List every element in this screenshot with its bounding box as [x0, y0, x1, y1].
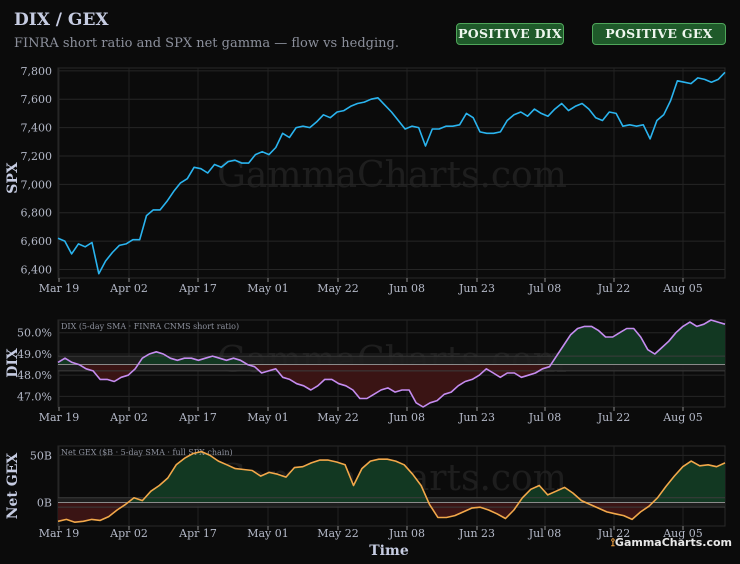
spx-xtick-label: May 22	[317, 282, 359, 295]
gex-xtick-label: Jun 08	[388, 527, 425, 540]
brand-logo: ⟟GammaCharts.com	[610, 536, 732, 549]
spx-ytick-label: 7,400	[21, 122, 53, 135]
gex-xtick-label: Jun 23	[458, 527, 495, 540]
spx-xtick-label: Jul 08	[528, 282, 562, 295]
spx-xtick-label: Jun 08	[388, 282, 425, 295]
spx-ylabel: SPX	[5, 162, 21, 194]
watermark-text: GammaCharts.com	[217, 155, 567, 196]
dix-ytick-label: 49.0%	[17, 348, 52, 361]
gex-xtick-label: Mar 19	[39, 527, 80, 540]
spx-xtick-label: Apr 02	[109, 282, 148, 295]
gex-xtick-label: Jul 08	[528, 527, 562, 540]
dix-xtick-label: Jul 22	[597, 411, 631, 424]
spx-ytick-label: 7,200	[21, 150, 53, 163]
spx-xtick-label: Jul 22	[597, 282, 631, 295]
gex-xtick-label: May 01	[247, 527, 289, 540]
spx-xtick-label: Aug 05	[662, 282, 703, 295]
spx-ytick-label: 6,600	[21, 235, 53, 248]
spx-xtick-label: Mar 19	[39, 282, 80, 295]
x-axis-label: Time	[369, 543, 409, 559]
gex-xtick-label: May 22	[317, 527, 359, 540]
spx-xtick-label: May 01	[247, 282, 289, 295]
dix-ytick-label: 47.0%	[17, 390, 52, 403]
dix-xtick-label: Apr 02	[109, 411, 148, 424]
dix-ytick-label: 50.0%	[17, 327, 52, 340]
dix-xtick-label: May 22	[317, 411, 359, 424]
spx-xtick-label: Jun 23	[458, 282, 495, 295]
dix-xtick-label: May 01	[247, 411, 289, 424]
dix-annotation: DIX (5-day SMA · FINRA CNMS short ratio)	[61, 322, 239, 331]
spx-ytick-label: 6,400	[21, 263, 53, 276]
gex-xtick-label: Apr 17	[178, 527, 217, 540]
dix-xtick-label: Mar 19	[39, 411, 80, 424]
gex-annotation: Net GEX ($B · 5-day SMA · full SPX chain…	[61, 448, 233, 457]
gex-ylabel: Net GEX	[5, 453, 21, 520]
dix-ylabel: DIX	[5, 348, 21, 378]
dix-xtick-label: Apr 17	[178, 411, 217, 424]
gex-ytick-label: 0B	[37, 496, 52, 509]
spx-xtick-label: Apr 17	[178, 282, 217, 295]
spx-ytick-label: 6,800	[21, 207, 53, 220]
spx-ytick-label: 7,800	[21, 65, 53, 78]
dix-gex-chart: GammaCharts.comGammaCharts.comGammaChart…	[5, 65, 726, 559]
spx-ytick-label: 7,600	[21, 93, 53, 106]
dix-xtick-label: Aug 05	[662, 411, 703, 424]
dix-xtick-label: Jun 23	[458, 411, 495, 424]
gex-ytick-label: 50B	[30, 449, 52, 462]
gex-xtick-label: Apr 02	[109, 527, 148, 540]
dix-ytick-label: 48.0%	[17, 369, 52, 382]
dix-xtick-label: Jul 08	[528, 411, 562, 424]
dix-xtick-label: Jun 08	[388, 411, 425, 424]
spx-ytick-label: 7,000	[21, 178, 53, 191]
